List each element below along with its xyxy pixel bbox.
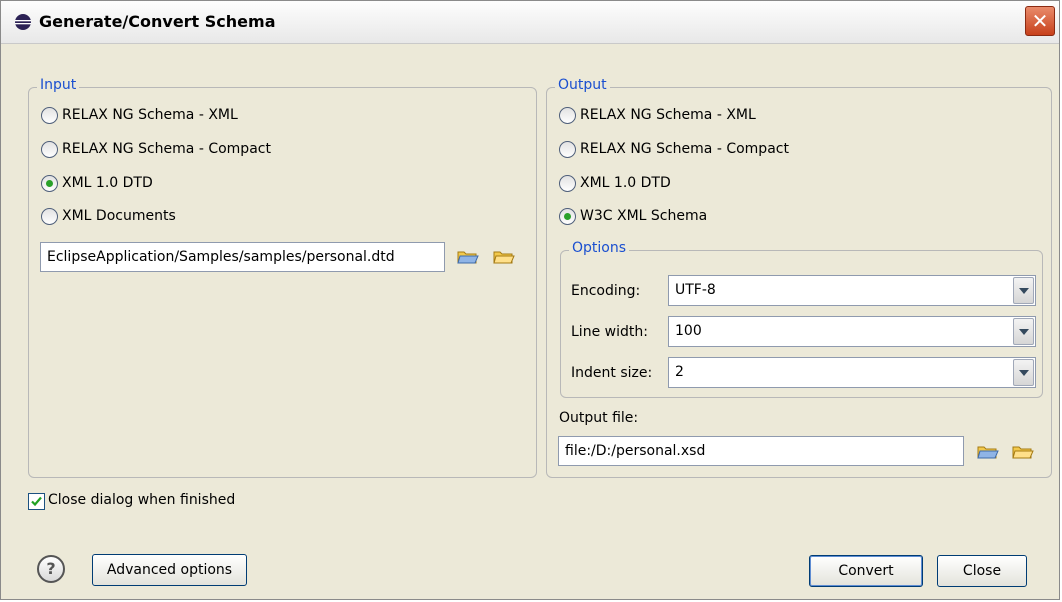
radio-button[interactable] (41, 174, 58, 192)
radio-button[interactable] (559, 174, 576, 192)
radio-label: RELAX NG Schema - Compact (62, 141, 271, 157)
title-bar: Generate/Convert Schema ✕ (1, 1, 1059, 44)
chevron-down-icon[interactable] (1013, 359, 1034, 386)
indent-size-value: 2 (675, 364, 684, 380)
radio-label: RELAX NG Schema - XML (580, 107, 756, 123)
radio-label: RELAX NG Schema - XML (62, 107, 238, 123)
input-option-relaxng-xml[interactable]: RELAX NG Schema - XML (41, 104, 238, 126)
radio-label: XML Documents (62, 208, 176, 224)
encoding-select[interactable]: UTF-8 (668, 275, 1036, 306)
advanced-options-button[interactable]: Advanced options (92, 554, 247, 586)
output-option-w3c-xml-schema[interactable]: W3C XML Schema (559, 205, 707, 227)
options-legend: Options (569, 240, 630, 256)
checkmark-icon (31, 496, 42, 507)
close-icon: ✕ (1031, 9, 1049, 33)
output-panel: Output RELAX NG Schema - XML RELAX NG Sc… (546, 77, 1052, 478)
input-option-xml-dtd[interactable]: XML 1.0 DTD (41, 172, 153, 194)
close-when-finished-checkbox[interactable] (28, 493, 45, 510)
input-legend: Input (37, 77, 80, 93)
radio-button[interactable] (559, 140, 576, 158)
line-width-value: 100 (675, 323, 702, 339)
close-window-button[interactable]: ✕ (1025, 6, 1055, 36)
output-option-relaxng-xml[interactable]: RELAX NG Schema - XML (559, 104, 756, 126)
output-file-label: Output file: (559, 410, 639, 426)
convert-button[interactable]: Convert (809, 555, 923, 587)
indent-size-label: Indent size: (571, 365, 653, 381)
encoding-label: Encoding: (571, 283, 641, 299)
generate-convert-schema-dialog: Generate/Convert Schema ✕ Input RELAX NG… (0, 0, 1060, 600)
radio-button[interactable] (41, 140, 58, 158)
input-path-field[interactable]: EclipseApplication/Samples/samples/perso… (40, 242, 445, 272)
open-folder-icon[interactable] (457, 248, 479, 266)
input-option-relaxng-compact[interactable]: RELAX NG Schema - Compact (41, 138, 271, 160)
options-panel: Options Encoding: UTF-8 Line width: 100 … (560, 240, 1043, 398)
encoding-value: UTF-8 (675, 282, 716, 298)
radio-button[interactable] (559, 207, 576, 225)
eclipse-icon (15, 14, 31, 30)
radio-label: XML 1.0 DTD (62, 175, 153, 191)
chevron-down-icon[interactable] (1013, 277, 1034, 304)
line-width-label: Line width: (571, 324, 648, 340)
open-folder-icon[interactable] (977, 443, 999, 461)
line-width-select[interactable]: 100 (668, 316, 1036, 347)
radio-label: XML 1.0 DTD (580, 175, 671, 191)
close-button[interactable]: Close (937, 555, 1027, 587)
close-when-finished-label: Close dialog when finished (48, 492, 236, 508)
radio-label: W3C XML Schema (580, 208, 708, 224)
input-option-xml-documents[interactable]: XML Documents (41, 205, 176, 227)
output-option-relaxng-compact[interactable]: RELAX NG Schema - Compact (559, 138, 789, 160)
folder-icon[interactable] (1012, 443, 1034, 461)
radio-button[interactable] (559, 106, 576, 124)
output-file-field[interactable]: file:/D:/personal.xsd (558, 436, 964, 466)
output-legend: Output (555, 77, 610, 93)
radio-button[interactable] (41, 106, 58, 124)
dialog-title: Generate/Convert Schema (39, 12, 276, 31)
radio-label: RELAX NG Schema - Compact (580, 141, 789, 157)
output-option-xml-dtd[interactable]: XML 1.0 DTD (559, 172, 671, 194)
radio-button[interactable] (41, 207, 58, 225)
help-icon[interactable]: ? (37, 555, 65, 583)
folder-icon[interactable] (493, 248, 515, 266)
indent-size-select[interactable]: 2 (668, 357, 1036, 388)
input-panel: Input RELAX NG Schema - XML RELAX NG Sch… (28, 77, 537, 478)
chevron-down-icon[interactable] (1013, 318, 1034, 345)
